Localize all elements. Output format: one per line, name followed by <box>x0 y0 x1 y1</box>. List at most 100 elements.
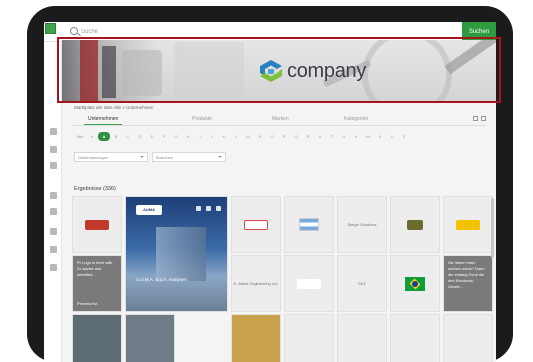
company-logo-text: company <box>287 59 367 82</box>
promo-link[interactable]: Preview list <box>77 301 97 307</box>
alphabet-letter[interactable]: B <box>110 132 122 141</box>
top-search-bar: Suchen <box>44 22 496 42</box>
sidebar-item-people[interactable] <box>46 142 60 156</box>
alphabet-letter[interactable]: E <box>146 132 158 141</box>
alphabet-letter[interactable]: S <box>314 132 326 141</box>
search-button[interactable]: Suchen <box>462 22 496 42</box>
featured-company-name: A.U.M.A. S.p.A. Analysen <box>136 277 188 282</box>
company-card[interactable] <box>231 196 281 253</box>
alphabet-letter[interactable]: G <box>170 132 182 141</box>
featured-logo: AUMA <box>136 205 162 215</box>
company-logo <box>244 219 268 230</box>
alphabet-letter[interactable]: W <box>362 132 374 141</box>
alphabet-letter[interactable]: Alle <box>74 132 86 141</box>
sidebar-item-security[interactable] <box>46 224 60 238</box>
company-card[interactable]: Steigo Solutions <box>337 196 387 253</box>
wallet-icon <box>49 207 57 215</box>
alphabet-letter[interactable]: P <box>278 132 290 141</box>
company-card[interactable] <box>125 314 175 362</box>
alphabet-letter[interactable]: V <box>350 132 362 141</box>
list-view-icon[interactable] <box>481 116 486 121</box>
gear-icon <box>49 263 57 271</box>
chart-icon <box>49 191 57 199</box>
company-card[interactable]: SKZ <box>337 255 387 312</box>
search-input[interactable] <box>81 26 421 38</box>
company-card[interactable] <box>284 255 334 312</box>
sector-filter[interactable]: Branchen <box>152 152 226 162</box>
alphabet-letter[interactable]: C <box>122 132 134 141</box>
company-card[interactable] <box>443 196 493 253</box>
alphabet-letter[interactable]: J <box>206 132 218 141</box>
alphabet-letter[interactable]: Y <box>386 132 398 141</box>
lock-icon <box>49 227 57 235</box>
chevron-down-icon <box>218 156 222 158</box>
company-card[interactable] <box>72 314 122 362</box>
alphabet-letter[interactable]: X <box>374 132 386 141</box>
sidebar-item-companies[interactable] <box>46 124 60 138</box>
promo-text: Pr Logo is here with 2x advert and admit… <box>77 260 113 277</box>
alphabet-letter[interactable]: N <box>254 132 266 141</box>
company-card[interactable] <box>390 255 440 312</box>
hero-banner: company <box>62 40 496 102</box>
sidebar-item-wallet[interactable] <box>46 204 60 218</box>
company-logo <box>407 219 423 230</box>
alphabet-filter: Alle # A B C D E F G H I J K L M N O P Q R S T U V W X Y Z <box>74 132 410 141</box>
sidebar-item-settings[interactable] <box>46 260 60 274</box>
company-logo: company <box>258 58 366 84</box>
alphabet-letter[interactable]: D <box>134 132 146 141</box>
alphabet-letter[interactable]: F <box>158 132 170 141</box>
company-logo-icon <box>260 60 282 82</box>
chevron-down-icon <box>140 156 144 158</box>
company-card[interactable] <box>284 314 334 362</box>
bookmark-icon[interactable] <box>216 206 221 211</box>
tab-companies[interactable]: Unternehmen <box>83 116 123 125</box>
company-card[interactable] <box>284 196 334 253</box>
tool-icon <box>49 245 57 253</box>
company-card[interactable] <box>443 314 493 362</box>
alphabet-letter[interactable]: I <box>194 132 206 141</box>
company-card[interactable] <box>390 314 440 362</box>
promo-card[interactable]: Sie lieben mein suchen worst? Dann die e… <box>443 255 493 312</box>
company-logo <box>456 219 480 230</box>
featured-company-card[interactable]: AUMA A.U.M.A. S.p.A. Analysen <box>125 196 228 312</box>
sidebar-item-shop[interactable] <box>46 158 60 172</box>
alphabet-letter[interactable]: # <box>86 132 98 141</box>
brand-logo[interactable] <box>45 23 56 34</box>
alphabet-letter[interactable]: A <box>98 132 110 141</box>
company-card[interactable] <box>72 196 122 253</box>
promo-card[interactable]: Pr Logo is here with 2x advert and admit… <box>72 255 122 312</box>
location-filter-label: Niederlassungen <box>78 155 109 160</box>
company-card[interactable] <box>337 314 387 362</box>
bag-icon <box>49 161 57 169</box>
sidebar-item-tools[interactable] <box>46 242 60 256</box>
scrollbar[interactable] <box>491 198 494 258</box>
brazil-flag-icon <box>405 276 425 291</box>
company-card[interactable]: A. Albee Engineering Ltd. <box>231 255 281 312</box>
tab-products[interactable]: Produkte <box>192 116 212 122</box>
alphabet-letter[interactable]: U <box>338 132 350 141</box>
company-logo <box>297 278 321 289</box>
building-photo <box>156 227 206 281</box>
alphabet-letter[interactable]: K <box>218 132 230 141</box>
view-toggle <box>473 116 486 121</box>
company-card[interactable] <box>231 314 281 362</box>
tab-bar: Unternehmen Produkte Marken Kategorien <box>72 114 486 126</box>
sidebar-item-stats[interactable] <box>46 188 60 202</box>
alphabet-letter[interactable]: R <box>302 132 314 141</box>
location-filter[interactable]: Niederlassungen <box>74 152 148 162</box>
alphabet-letter[interactable]: Z <box>398 132 410 141</box>
search-icon <box>70 27 78 35</box>
company-card[interactable] <box>390 196 440 253</box>
alphabet-letter[interactable]: Q <box>290 132 302 141</box>
share-icon[interactable] <box>206 206 211 211</box>
grid-view-icon[interactable] <box>473 116 478 121</box>
company-name: Steigo Solutions <box>347 222 377 227</box>
phone-icon[interactable] <box>196 206 201 211</box>
alphabet-letter[interactable]: L <box>230 132 242 141</box>
alphabet-letter[interactable]: M <box>242 132 254 141</box>
tab-categories[interactable]: Kategorien <box>344 116 368 122</box>
alphabet-letter[interactable]: O <box>266 132 278 141</box>
alphabet-letter[interactable]: T <box>326 132 338 141</box>
tab-brands[interactable]: Marken <box>272 116 289 122</box>
alphabet-letter[interactable]: H <box>182 132 194 141</box>
